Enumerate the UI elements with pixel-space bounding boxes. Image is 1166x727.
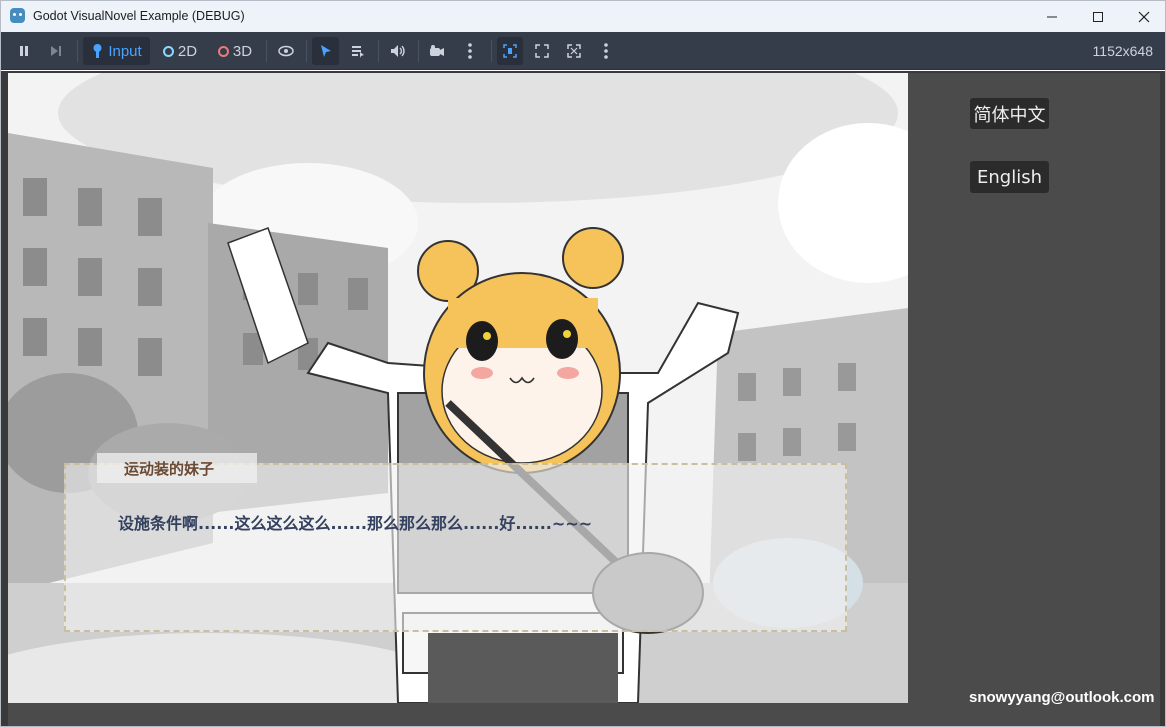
list-select-button[interactable] (345, 37, 371, 65)
more-vertical-icon (604, 43, 608, 59)
window-title: Godot VisualNovel Example (DEBUG) (33, 9, 245, 23)
fullscreen-button[interactable] (561, 37, 587, 65)
close-icon (1138, 11, 1150, 22)
list-select-icon (352, 46, 364, 58)
minimize-icon (1047, 16, 1057, 17)
author-email: snowyyang@outlook.com (969, 689, 1155, 706)
debug-toolbar: Input 2D 3D (1, 32, 1165, 70)
3d-mode-label: 3D (232, 42, 253, 60)
close-button[interactable] (1121, 1, 1165, 32)
visibility-button[interactable] (273, 37, 299, 65)
bottom-strip (8, 703, 1160, 726)
keep-aspect-button[interactable] (497, 37, 523, 65)
pause-button[interactable] (11, 37, 37, 65)
title-bar: Godot VisualNovel Example (DEBUG) (1, 1, 1165, 32)
maximize-button[interactable] (1075, 1, 1121, 32)
2d-mode-button[interactable]: 2D (158, 37, 202, 65)
select-tool-button[interactable] (312, 37, 339, 65)
minimize-button[interactable] (1029, 1, 1075, 32)
godot-app-icon (10, 8, 25, 23)
camera-override-button[interactable] (424, 37, 450, 65)
dialogue-box[interactable] (64, 463, 847, 632)
joystick-icon (93, 44, 102, 58)
mute-audio-button[interactable] (385, 37, 411, 65)
game-window: Godot VisualNovel Example (DEBUG) Input … (0, 0, 1166, 727)
fullscreen-icon (567, 44, 581, 58)
view-menu-button[interactable] (593, 37, 619, 65)
dialogue-text: 设施条件啊......这么这么这么......那么那么那么......好....… (118, 514, 593, 533)
expand-icon (535, 44, 549, 58)
eye-icon (278, 45, 294, 57)
lang-chinese-button[interactable]: 简体中文 (970, 98, 1049, 129)
3d-node-icon (217, 45, 229, 57)
camera-icon (430, 45, 444, 56)
focus-frame-icon (503, 44, 517, 58)
input-mode-button[interactable]: Input (83, 37, 150, 65)
speaker-name: 运动装的妹子 (124, 459, 215, 478)
2d-mode-label: 2D (177, 42, 198, 60)
input-mode-label: Input (108, 42, 142, 60)
maximize-icon (1093, 11, 1103, 22)
cursor-arrow-icon (320, 45, 331, 57)
lang-english-button[interactable]: English (970, 161, 1049, 193)
camera-menu-button[interactable] (457, 37, 483, 65)
more-vertical-icon (468, 43, 472, 59)
3d-mode-button[interactable]: 3D (213, 37, 257, 65)
next-frame-button[interactable] (43, 37, 69, 65)
resolution-label: 1152x648 (1092, 43, 1153, 59)
stretch-button[interactable] (529, 37, 555, 65)
speaker-icon (391, 45, 405, 57)
next-frame-icon (51, 46, 61, 56)
pause-icon (20, 46, 28, 56)
2d-node-icon (162, 45, 174, 57)
speaker-name-box: 运动装的妹子 (97, 453, 257, 483)
